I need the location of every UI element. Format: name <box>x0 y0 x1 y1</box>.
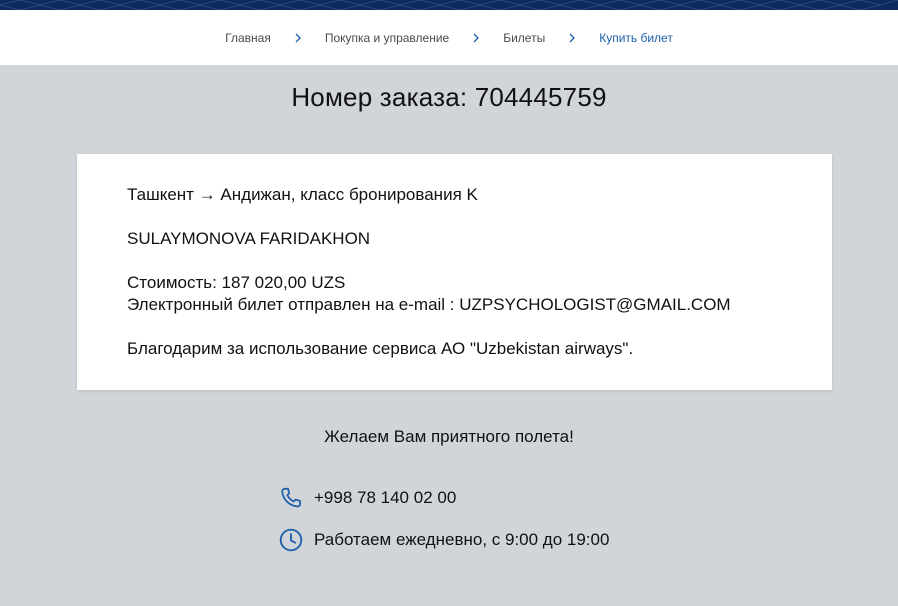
chevron-right-icon <box>293 33 303 43</box>
header-pattern-strip <box>0 0 898 10</box>
breadcrumb-purchase-management[interactable]: Покупка и управление <box>325 31 449 45</box>
page-title: Номер заказа: 704445759 <box>291 82 607 112</box>
breadcrumb-buy-ticket[interactable]: Купить билет <box>599 31 673 45</box>
thanks-message: Благодарим за использование сервиса АО "… <box>127 339 634 358</box>
clock-icon <box>278 527 304 553</box>
header-pattern <box>0 0 898 10</box>
chevron-right-icon <box>567 33 577 43</box>
working-hours: Работаем ежедневно, с 9:00 до 19:00 <box>314 530 610 549</box>
email-notice: Электронный билет отправлен на e-mail : … <box>127 295 731 314</box>
route-info: Ташкент → Андижан, класс бронирования K <box>127 185 478 204</box>
breadcrumb: Главная Покупка и управление Билеты Купи… <box>0 10 898 65</box>
contact-phone[interactable]: +998 78 140 02 00 <box>278 485 456 511</box>
ticket-cost: Стоимость: 187 020,00 UZS <box>127 273 346 292</box>
phone-icon <box>278 485 304 511</box>
wish-message: Желаем Вам приятного полета! <box>324 427 574 446</box>
phone-number: +998 78 140 02 00 <box>314 488 457 507</box>
chevron-right-icon <box>471 33 481 43</box>
passenger-name: SULAYMONOVA FARIDAKHON <box>127 229 371 248</box>
breadcrumb-home[interactable]: Главная <box>225 31 271 45</box>
breadcrumb-tickets[interactable]: Билеты <box>503 31 545 45</box>
contact-hours: Работаем ежедневно, с 9:00 до 19:00 <box>278 527 609 553</box>
order-summary-card: Ташкент → Андижан, класс бронирования K … <box>77 154 832 390</box>
